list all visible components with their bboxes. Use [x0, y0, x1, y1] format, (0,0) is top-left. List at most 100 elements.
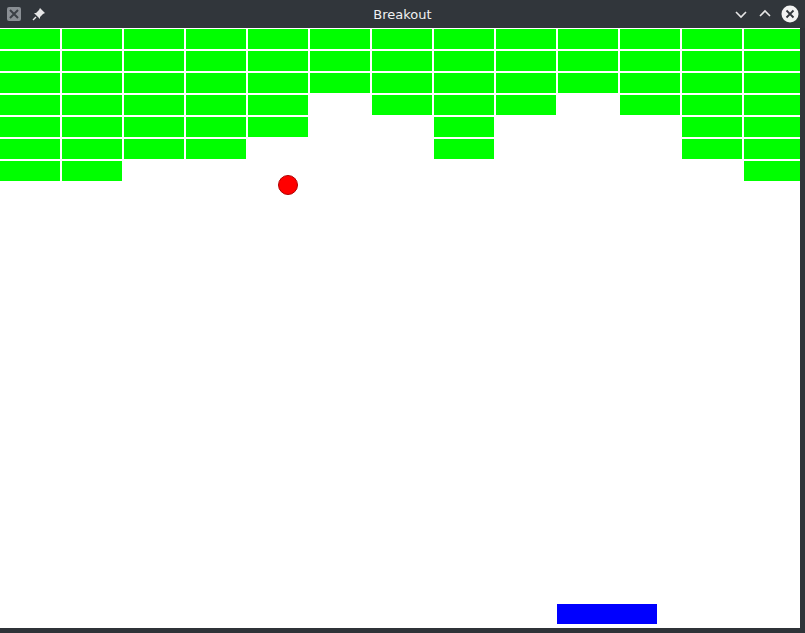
brick: [682, 161, 742, 181]
brick: [620, 117, 680, 137]
brick: [62, 73, 122, 93]
brick: [496, 51, 556, 71]
brick: [124, 95, 184, 115]
brick: [248, 51, 308, 71]
brick: [310, 117, 370, 137]
brick: [310, 51, 370, 71]
brick: [496, 161, 556, 181]
brick: [558, 139, 618, 159]
brick: [496, 117, 556, 137]
brick: [62, 161, 122, 181]
brick: [558, 29, 618, 49]
brick: [0, 29, 60, 49]
brick: [248, 161, 308, 181]
brick: [186, 51, 246, 71]
brick: [372, 117, 432, 137]
brick: [434, 117, 494, 137]
brick: [310, 139, 370, 159]
brick: [248, 95, 308, 115]
brick: [372, 51, 432, 71]
brick: [434, 95, 494, 115]
brick: [186, 161, 246, 181]
brick: [0, 51, 60, 71]
brick: [558, 51, 618, 71]
brick: [124, 51, 184, 71]
brick: [682, 117, 742, 137]
brick: [496, 139, 556, 159]
pin-icon[interactable]: [32, 7, 46, 21]
brick: [62, 95, 122, 115]
brick: [558, 73, 618, 93]
window: Breakout: [0, 0, 805, 633]
brick: [620, 161, 680, 181]
brick: [496, 73, 556, 93]
brick: [310, 73, 370, 93]
brick: [124, 139, 184, 159]
brick: [620, 29, 680, 49]
brick: [248, 73, 308, 93]
brick: [0, 161, 60, 181]
brick: [558, 95, 618, 115]
brick: [186, 73, 246, 93]
brick: [62, 139, 122, 159]
paddle[interactable]: [557, 604, 657, 624]
brick: [744, 161, 800, 181]
brick: [124, 161, 184, 181]
game-canvas[interactable]: [0, 28, 800, 628]
brick: [310, 161, 370, 181]
brick: [372, 95, 432, 115]
brick: [62, 117, 122, 137]
brick: [310, 29, 370, 49]
ball: [278, 175, 298, 195]
brick: [744, 73, 800, 93]
brick: [434, 161, 494, 181]
brick: [372, 29, 432, 49]
brick: [620, 139, 680, 159]
brick: [620, 73, 680, 93]
brick: [248, 29, 308, 49]
brick: [248, 139, 308, 159]
brick: [682, 139, 742, 159]
brick: [496, 95, 556, 115]
brick: [62, 51, 122, 71]
brick: [0, 95, 60, 115]
brick: [0, 117, 60, 137]
brick: [434, 73, 494, 93]
brick: [0, 73, 60, 93]
brick: [744, 95, 800, 115]
brick: [248, 117, 308, 137]
brick: [372, 139, 432, 159]
brick: [744, 29, 800, 49]
brick: [124, 29, 184, 49]
brick: [124, 117, 184, 137]
brick: [310, 95, 370, 115]
brick: [372, 161, 432, 181]
brick: [0, 139, 60, 159]
brick: [372, 73, 432, 93]
brick: [496, 29, 556, 49]
brick: [186, 139, 246, 159]
maximize-chevron-icon[interactable]: [757, 6, 773, 22]
brick: [124, 73, 184, 93]
minimize-chevron-icon[interactable]: [733, 6, 749, 22]
brick: [62, 29, 122, 49]
brick: [682, 73, 742, 93]
brick: [744, 117, 800, 137]
brick: [682, 29, 742, 49]
brick: [186, 117, 246, 137]
app-icon[interactable]: [6, 6, 22, 22]
close-icon[interactable]: [781, 5, 799, 23]
brick: [186, 95, 246, 115]
window-title: Breakout: [373, 7, 431, 22]
title-bar[interactable]: Breakout: [0, 0, 805, 28]
brick: [682, 95, 742, 115]
brick: [558, 161, 618, 181]
brick: [558, 117, 618, 137]
brick: [186, 29, 246, 49]
brick: [744, 51, 800, 71]
brick: [620, 51, 680, 71]
brick: [744, 139, 800, 159]
brick: [620, 95, 680, 115]
brick: [682, 51, 742, 71]
brick: [434, 139, 494, 159]
